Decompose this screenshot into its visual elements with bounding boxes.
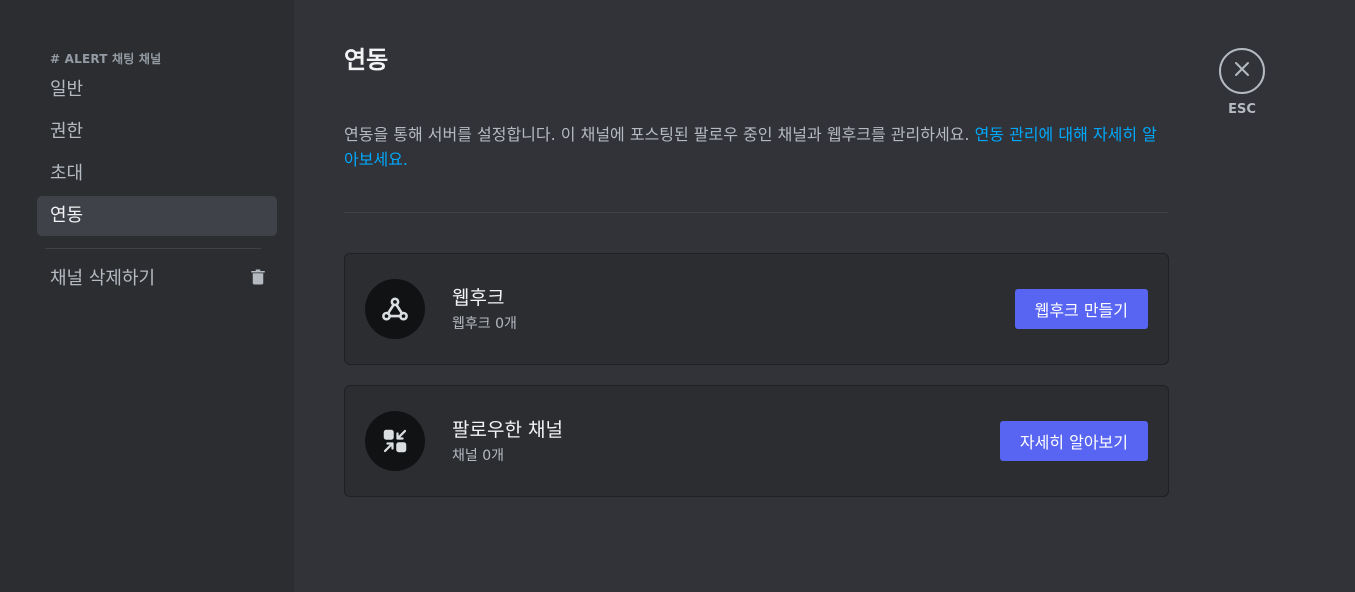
sidebar-item-permissions[interactable]: 권한	[37, 112, 277, 152]
description-text: 연동을 통해 서버를 설정합니다. 이 채널에 포스팅된 팔로우 중인 채널과 …	[344, 125, 970, 144]
followed-channels-card: 팔로우한 채널 채널 0개 자세히 알아보기	[344, 385, 1169, 497]
sidebar: # ALERT 채팅 채널 일반 권한 초대 연동 채널 삭제하기	[0, 0, 294, 592]
trash-icon	[249, 268, 267, 286]
delete-channel-button[interactable]: 채널 삭제하기	[37, 257, 277, 297]
followed-channels-title: 팔로우한 채널	[452, 419, 563, 441]
webhooks-count: 웹후크 0개	[452, 316, 517, 332]
main-content: 연동 연동을 통해 서버를 설정합니다. 이 채널에 포스팅된 팔로우 중인 채…	[294, 0, 1355, 592]
create-webhook-button[interactable]: 웹후크 만들기	[1014, 289, 1148, 329]
followed-channels-card-text: 팔로우한 채널 채널 0개	[452, 417, 1000, 465]
integrations-description: 연동을 통해 서버를 설정합니다. 이 채널에 포스팅된 팔로우 중인 채널과 …	[344, 122, 1170, 172]
sidebar-channel-header: # ALERT 채팅 채널	[50, 52, 162, 66]
sidebar-divider	[45, 248, 261, 249]
settings-layout: # ALERT 채팅 채널 일반 권한 초대 연동 채널 삭제하기 연동 연동을…	[0, 0, 1355, 592]
delete-channel-label: 채널 삭제하기	[50, 268, 156, 289]
followed-channels-icon	[365, 411, 425, 471]
close-button[interactable]	[1219, 48, 1265, 94]
integration-cards: 웹후크 웹후크 0개 웹후크 만들기 팔로우한 채널 채널 0개 자세히 알아보…	[344, 253, 1355, 497]
sidebar-item-invites[interactable]: 초대	[37, 154, 277, 194]
esc-label: ESC	[1228, 102, 1256, 117]
sidebar-item-integrations[interactable]: 연동	[37, 196, 277, 236]
sidebar-item-general[interactable]: 일반	[37, 70, 277, 110]
esc-close: ESC	[1219, 48, 1265, 117]
webhooks-card-text: 웹후크 웹후크 0개	[452, 285, 1015, 333]
learn-more-button[interactable]: 자세히 알아보기	[999, 421, 1148, 461]
webhooks-title: 웹후크	[452, 287, 505, 309]
section-divider	[344, 212, 1168, 213]
webhooks-card: 웹후크 웹후크 0개 웹후크 만들기	[344, 253, 1169, 365]
followed-channels-count: 채널 0개	[452, 448, 504, 464]
page-title: 연동	[344, 46, 389, 74]
close-icon	[1234, 61, 1250, 81]
webhook-icon	[365, 279, 425, 339]
